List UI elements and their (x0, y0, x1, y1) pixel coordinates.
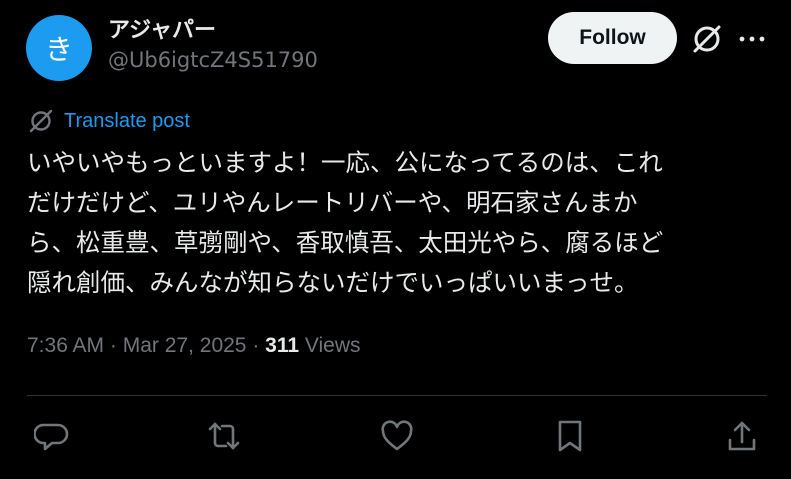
share-button[interactable] (724, 418, 760, 454)
follow-button[interactable]: Follow (548, 12, 677, 64)
like-button[interactable] (379, 418, 415, 454)
bookmark-icon (558, 420, 582, 452)
post-detail: き アジャパー @Ub6igtcZ4S51790 Follow Translat… (0, 0, 791, 479)
repost-button[interactable] (206, 418, 242, 454)
post-text: いやいやもっといますよ！一応、公になってるのは、これ だけだけど、ユリやんレート… (27, 143, 767, 303)
translate-post-link[interactable]: Translate post (28, 108, 190, 134)
meta-separator: · (246, 334, 266, 357)
grok-icon[interactable] (690, 22, 724, 56)
share-icon (728, 421, 756, 451)
more-icon[interactable] (738, 28, 766, 50)
post-text-line: 隠れ創価、みんなが知らないだけでいっぱいいまっせ。 (27, 268, 639, 297)
post-meta: 7:36 AM · Mar 27, 2025 · 311 Views (27, 334, 361, 358)
post-time[interactable]: 7:36 AM (27, 334, 104, 357)
author-display-name[interactable]: アジャパー (108, 12, 216, 44)
meta-separator: · (104, 334, 123, 357)
divider (27, 395, 767, 396)
views-label: Views (299, 334, 361, 357)
avatar-char: き (44, 33, 73, 66)
post-text-line: いやいやもっといますよ！一応、公になってるのは、これ (27, 148, 663, 177)
avatar[interactable]: き (26, 15, 92, 81)
reply-button[interactable] (33, 418, 70, 454)
bookmark-button[interactable] (552, 418, 588, 454)
post-date[interactable]: Mar 27, 2025 (123, 334, 247, 357)
views-count[interactable]: 311 (265, 334, 299, 357)
like-icon (381, 420, 413, 451)
post-text-line: ら、松重豊、草彅剛や、香取慎吾、太田光やら、腐るほど (27, 228, 664, 257)
translate-label: Translate post (64, 109, 190, 132)
reply-icon (33, 423, 69, 451)
post-text-line: だけだけど、ユリやんレートリバーや、明石家さんまか (27, 188, 638, 217)
repost-icon (208, 422, 240, 450)
translate-icon (28, 108, 54, 134)
author-handle[interactable]: @Ub6igtcZ4S51790 (108, 48, 318, 72)
